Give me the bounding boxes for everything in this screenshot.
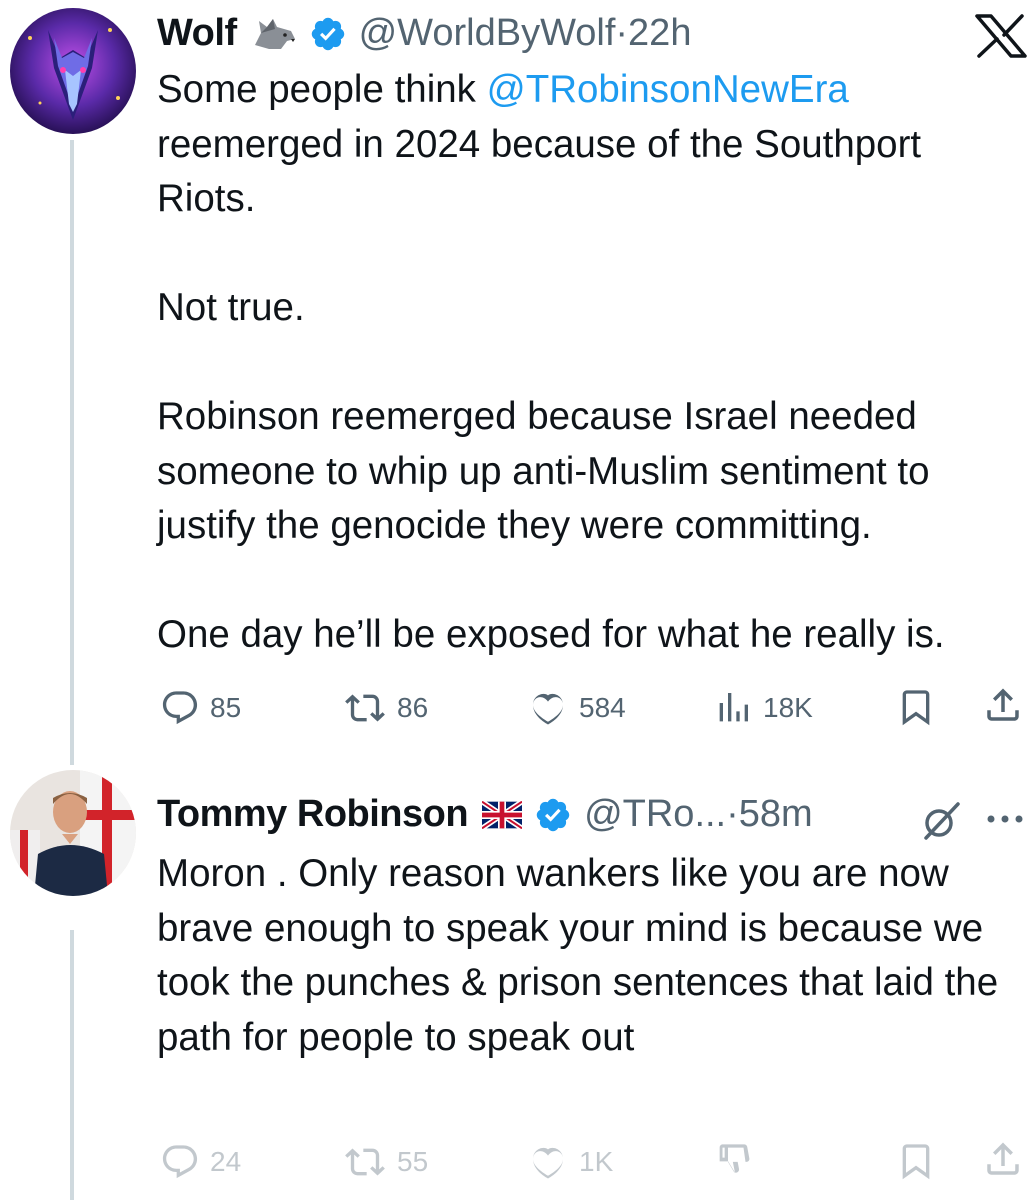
like-count: 1K bbox=[579, 1146, 614, 1177]
tweet-paragraph: One day he’ll be exposed for what he rea… bbox=[157, 613, 945, 656]
repost-count: 86 bbox=[397, 692, 429, 723]
tweet-header: Tommy Robinson @TRo... · 58m bbox=[157, 793, 813, 836]
avatar[interactable] bbox=[10, 770, 136, 896]
heart-icon bbox=[533, 1147, 563, 1179]
share-button[interactable] bbox=[982, 684, 1024, 726]
reply-count: 85 bbox=[210, 692, 242, 723]
verified-badge-icon bbox=[534, 796, 572, 834]
text-span: reemerged in 2024 because of the Southpo… bbox=[157, 122, 922, 221]
reply-button[interactable]: 85 bbox=[160, 688, 241, 728]
repost-button[interactable]: 86 bbox=[343, 688, 428, 728]
separator-dot: · bbox=[726, 793, 739, 835]
display-name[interactable]: Tommy Robinson bbox=[157, 793, 469, 836]
mention-link[interactable]: @TRobinsonNewEra bbox=[487, 68, 849, 111]
wolf-icon bbox=[251, 15, 297, 53]
reply-button[interactable]: 24 bbox=[160, 1142, 241, 1182]
text-span: Some people think bbox=[157, 68, 487, 111]
reply-icon bbox=[162, 691, 198, 725]
tweet-paragraph: Not true. bbox=[157, 286, 305, 329]
bookmark-button[interactable] bbox=[896, 686, 936, 728]
grok-icon[interactable] bbox=[918, 798, 964, 849]
views-button[interactable]: 18K bbox=[713, 688, 813, 728]
display-name[interactable]: Wolf bbox=[157, 12, 237, 55]
share-button[interactable] bbox=[982, 1138, 1024, 1180]
tweet-paragraph: Robinson reemerged because Israel needed… bbox=[157, 395, 930, 547]
bookmark-icon bbox=[902, 1144, 930, 1180]
tweet-header: Wolf @WorldByWolf · 22h bbox=[157, 12, 691, 55]
downvote-button[interactable] bbox=[713, 1140, 753, 1182]
views-chart-icon bbox=[719, 693, 748, 722]
handle[interactable]: @WorldByWolf bbox=[359, 12, 616, 55]
share-icon bbox=[987, 1142, 1019, 1175]
views-count: 18K bbox=[763, 692, 813, 723]
verified-badge-icon bbox=[309, 15, 347, 53]
x-logo-icon bbox=[975, 14, 1027, 63]
handle[interactable]: @TRo... bbox=[584, 793, 726, 836]
timestamp[interactable]: 58m bbox=[739, 793, 813, 836]
timestamp[interactable]: 22h bbox=[628, 12, 691, 55]
heart-icon bbox=[533, 693, 563, 725]
reply-icon bbox=[162, 1145, 198, 1179]
thumbs-down-icon bbox=[719, 1144, 750, 1173]
repost-icon bbox=[345, 694, 385, 722]
avatar[interactable] bbox=[10, 8, 136, 134]
thread-line bbox=[70, 140, 74, 765]
tweet-paragraph: Some people think @TRobinsonNewEra reeme… bbox=[157, 63, 1019, 227]
like-count: 584 bbox=[579, 692, 626, 723]
repost-button[interactable]: 55 bbox=[343, 1142, 428, 1182]
bookmark-icon bbox=[902, 690, 930, 726]
like-button[interactable]: 584 bbox=[527, 688, 626, 728]
reply-count: 24 bbox=[210, 1146, 242, 1177]
repost-count: 55 bbox=[397, 1146, 429, 1177]
uk-flag-icon bbox=[482, 800, 523, 829]
more-options-icon[interactable] bbox=[985, 812, 1025, 830]
like-button[interactable]: 1K bbox=[527, 1142, 613, 1182]
bookmark-button[interactable] bbox=[896, 1140, 936, 1182]
thread-line bbox=[70, 930, 74, 1200]
tweet-text: Moron . Only reason wankers like you are… bbox=[157, 852, 999, 1059]
tweet-text: Some people think @TRobinsonNewEra reeme… bbox=[157, 63, 1019, 663]
separator-dot: · bbox=[615, 12, 629, 54]
share-icon bbox=[987, 688, 1019, 721]
repost-icon bbox=[345, 1148, 385, 1176]
